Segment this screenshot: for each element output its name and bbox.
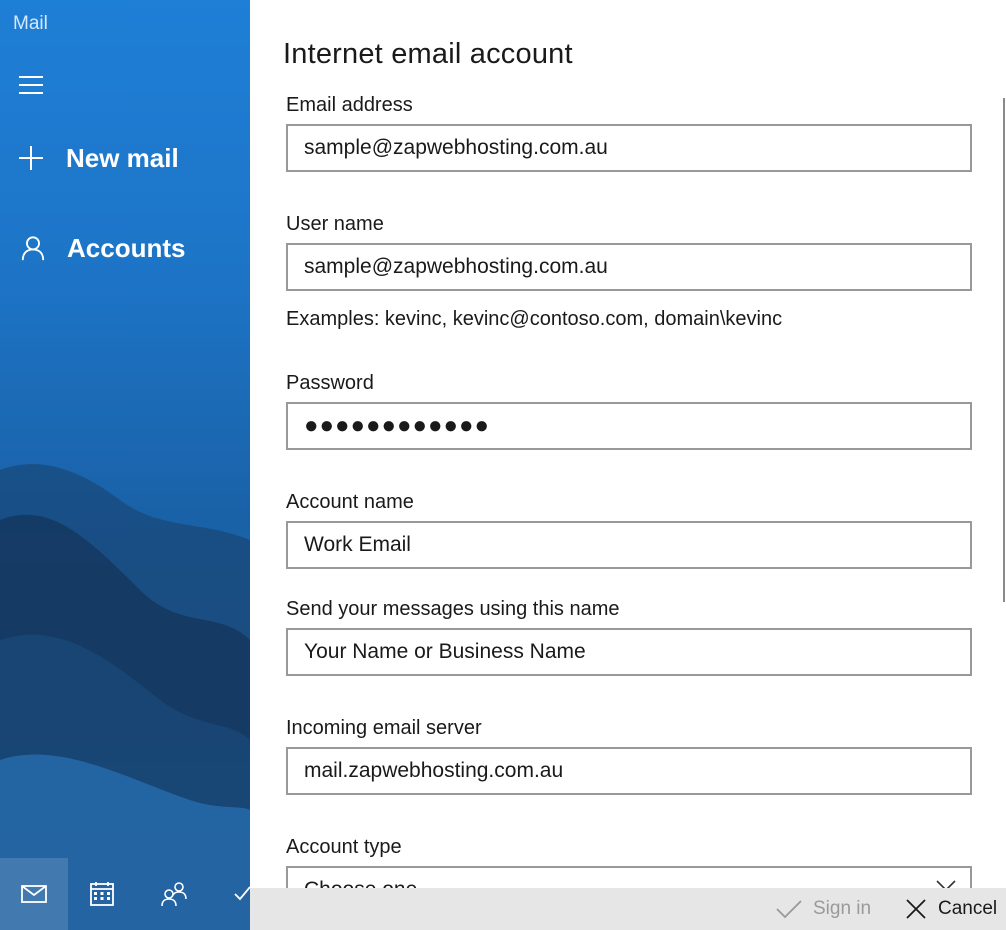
- todo-icon: [234, 886, 250, 901]
- people-switch-button[interactable]: [140, 858, 208, 930]
- cancel-button[interactable]: Cancel: [905, 888, 997, 930]
- navigation-pane: Mail New mail Accounts: [0, 0, 250, 930]
- app-switcher-bar: [0, 858, 250, 930]
- people-icon: [161, 882, 187, 907]
- sign-in-button[interactable]: Sign in: [776, 888, 871, 930]
- sender-name-label: Send your messages using this name: [286, 598, 620, 620]
- email-address-label: Email address: [286, 94, 413, 116]
- checkmark-icon: [776, 900, 802, 919]
- command-bar: Sign in Cancel: [250, 888, 1006, 930]
- calendar-switch-button[interactable]: [68, 858, 136, 930]
- accounts-label: Accounts: [67, 232, 186, 263]
- plus-icon: [19, 146, 43, 170]
- account-setup-pane: Internet email account Email address sam…: [250, 0, 1006, 930]
- person-icon: [21, 236, 45, 261]
- user-name-hint: Examples: kevinc, kevinc@contoso.com, do…: [286, 308, 783, 330]
- incoming-server-input[interactable]: mail.zapwebhosting.com.au: [286, 747, 972, 795]
- close-icon: [906, 899, 926, 919]
- password-label: Password: [286, 372, 374, 394]
- hamburger-menu-button[interactable]: [19, 76, 43, 94]
- account-name-label: Account name: [286, 491, 414, 513]
- mail-icon: [21, 885, 47, 903]
- new-mail-label: New mail: [66, 142, 179, 173]
- scrollbar[interactable]: [1003, 98, 1005, 602]
- todo-switch-button[interactable]: [212, 858, 250, 930]
- user-name-label: User name: [286, 213, 384, 235]
- cancel-label: Cancel: [938, 898, 998, 919]
- incoming-server-label: Incoming email server: [286, 717, 482, 739]
- app-title: Mail: [13, 13, 48, 34]
- new-mail-button[interactable]: New mail: [0, 128, 250, 188]
- page-title: Internet email account: [283, 38, 573, 70]
- calendar-icon: [90, 882, 114, 906]
- user-name-input[interactable]: sample@zapwebhosting.com.au: [286, 243, 972, 291]
- email-address-input[interactable]: sample@zapwebhosting.com.au: [286, 124, 972, 172]
- mail-switch-button[interactable]: [0, 858, 68, 930]
- sign-in-label: Sign in: [813, 898, 872, 919]
- password-input[interactable]: ●●●●●●●●●●●●: [286, 402, 972, 450]
- account-name-input[interactable]: Work Email: [286, 521, 972, 569]
- accounts-button[interactable]: Accounts: [0, 218, 250, 278]
- sender-name-input[interactable]: Your Name or Business Name: [286, 628, 972, 676]
- account-type-label: Account type: [286, 836, 402, 858]
